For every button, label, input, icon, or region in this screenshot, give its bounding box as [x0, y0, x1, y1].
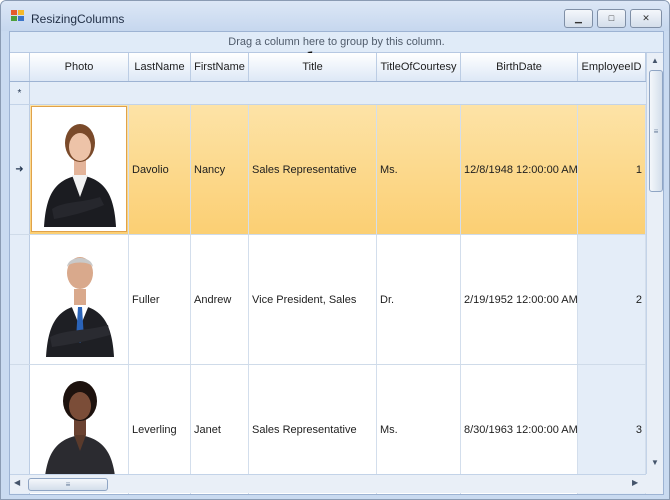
- column-header-title[interactable]: Title: [249, 53, 377, 81]
- courtesy-cell[interactable]: Dr.: [377, 235, 461, 364]
- title-bar[interactable]: ResizingColumns ▁ □ ✕: [1, 1, 669, 31]
- table-row[interactable]: Fuller Andrew Vice President, Sales Dr. …: [10, 235, 646, 365]
- photo-cell[interactable]: [30, 235, 129, 364]
- close-button[interactable]: ✕: [630, 9, 662, 28]
- title-cell[interactable]: Vice President, Sales: [249, 235, 377, 364]
- header-corner: [10, 53, 30, 81]
- man-in-suit-blue-tie-icon: [46, 257, 114, 357]
- courtesy-cell[interactable]: Ms.: [377, 105, 461, 234]
- employeeid-cell[interactable]: 1: [578, 105, 646, 234]
- app-icon: [11, 10, 25, 23]
- woman-in-dark-blazer-icon: [44, 381, 116, 487]
- employeeid-cell[interactable]: 2: [578, 235, 646, 364]
- scroll-right-icon[interactable]: ▶: [632, 479, 638, 487]
- row-header[interactable]: [10, 235, 30, 364]
- maximize-icon: □: [608, 13, 615, 23]
- vertical-scroll-thumb[interactable]: ≡: [649, 70, 663, 192]
- employee-photo: [31, 106, 127, 232]
- lastname-cell[interactable]: Davolio: [129, 105, 191, 234]
- firstname-cell[interactable]: Andrew: [191, 235, 249, 364]
- employee-photo: [31, 236, 127, 362]
- column-header-photo[interactable]: Photo: [30, 53, 129, 81]
- close-icon: ✕: [642, 13, 650, 23]
- vertical-scrollbar[interactable]: ▲ ≡ ▼: [646, 53, 663, 474]
- column-header-titleofcourtesy[interactable]: TitleOfCourtesy: [377, 53, 461, 81]
- column-header-firstname[interactable]: FirstName: [191, 53, 249, 81]
- application-window: ResizingColumns ▁ □ ✕ Drag a column here…: [0, 0, 670, 500]
- scrollbar-corner: [646, 474, 663, 494]
- birthdate-cell[interactable]: 2/19/1952 12:00:00 AM: [461, 235, 578, 364]
- column-header-row: Photo LastName FirstName Title TitleOfCo…: [10, 53, 646, 82]
- horizontal-scrollbar[interactable]: ◀ ≡ ▶: [10, 474, 646, 493]
- group-by-panel[interactable]: Drag a column here to group by this colu…: [10, 32, 663, 53]
- scroll-down-icon[interactable]: ▼: [651, 459, 659, 467]
- minimize-button[interactable]: ▁: [564, 9, 593, 28]
- title-cell[interactable]: Sales Representative: [249, 105, 377, 234]
- new-row[interactable]: *: [10, 82, 646, 105]
- current-row-marker: ➜: [10, 105, 30, 234]
- grip-icon: ≡: [65, 480, 71, 489]
- window-title: ResizingColumns: [31, 12, 125, 26]
- maximize-button[interactable]: □: [597, 9, 626, 28]
- employee-grid[interactable]: Drag a column here to group by this colu…: [9, 31, 664, 495]
- column-header-birthdate[interactable]: BirthDate: [461, 53, 578, 81]
- group-by-hint: Drag a column here to group by this colu…: [228, 36, 445, 48]
- column-header-employeeid[interactable]: EmployeeID: [578, 53, 646, 81]
- new-row-marker: *: [10, 82, 30, 104]
- minimize-icon: ▁: [575, 13, 582, 23]
- woman-in-black-suit-icon: [44, 124, 116, 227]
- horizontal-scroll-thumb[interactable]: ≡: [28, 478, 108, 491]
- firstname-cell[interactable]: Nancy: [191, 105, 249, 234]
- scroll-up-icon[interactable]: ▲: [651, 57, 659, 65]
- column-header-lastname[interactable]: LastName: [129, 53, 191, 81]
- table-row[interactable]: ➜ Davolio Nancy Sales Representative Ms.: [10, 105, 646, 235]
- photo-cell[interactable]: [30, 105, 129, 234]
- birthdate-cell[interactable]: 12/8/1948 12:00:00 AM: [461, 105, 578, 234]
- scroll-left-icon[interactable]: ◀: [14, 479, 20, 487]
- lastname-cell[interactable]: Fuller: [129, 235, 191, 364]
- grip-icon: ≡: [653, 126, 659, 136]
